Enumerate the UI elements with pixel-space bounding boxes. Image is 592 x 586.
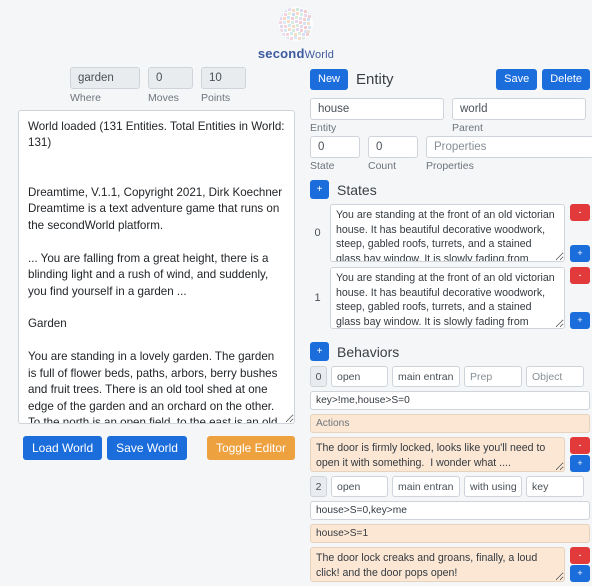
moves-label: Moves <box>148 92 179 104</box>
behavior-row: 2 The door lock creaks and groans, final… <box>308 476 592 586</box>
status-field-moves: Moves <box>148 67 193 104</box>
status-field-where: Where <box>70 67 140 104</box>
behavior-condition-input[interactable] <box>310 501 590 521</box>
states-section-header: + States <box>308 172 592 204</box>
status-field-points: Points <box>201 67 246 104</box>
behavior-response-textarea[interactable]: The door is firmly locked, looks like yo… <box>310 437 565 473</box>
behavior-row: 0 The door is firmly locked, looks like … <box>308 366 592 476</box>
load-world-button[interactable]: Load World <box>23 436 103 461</box>
where-input[interactable] <box>70 67 140 89</box>
add-behavior-button[interactable]: + <box>310 342 329 362</box>
state-row: 1 You are standing at the front of an ol… <box>308 267 592 334</box>
behavior-prep-input[interactable] <box>464 366 522 388</box>
state-index: 1 <box>314 292 321 305</box>
add-state-below-button[interactable]: + <box>570 312 590 330</box>
add-behavior-below-button[interactable]: + <box>570 455 590 473</box>
entity-count-input[interactable] <box>368 136 418 159</box>
behavior-row-controls: - + <box>570 547 590 583</box>
behavior-condition-input[interactable] <box>310 391 590 411</box>
brand-name-secondary: World <box>304 49 335 61</box>
state-row-controls: - + <box>570 267 590 330</box>
behavior-target-input[interactable] <box>392 366 460 388</box>
add-state-below-button[interactable]: + <box>570 245 590 263</box>
behaviors-section-title: Behaviors <box>337 343 400 360</box>
toggle-editor-button[interactable]: Toggle Editor <box>206 436 295 461</box>
entity-name-input[interactable] <box>310 98 444 121</box>
behavior-object-input[interactable] <box>526 476 584 498</box>
world-actions-bar: Load World Save World Toggle Editor <box>8 427 300 461</box>
entity-name-label: Entity <box>310 122 337 135</box>
entity-parent-label: Parent <box>452 122 483 135</box>
behavior-response-row: The door lock creaks and groans, finally… <box>310 547 590 583</box>
where-label: Where <box>70 92 101 104</box>
delete-entity-button[interactable]: Delete <box>542 69 590 91</box>
story-output-textarea[interactable]: World loaded (131 Entities. Total Entiti… <box>18 110 295 424</box>
entity-parent-field: Parent <box>452 98 586 134</box>
add-state-button[interactable]: + <box>310 180 329 200</box>
entity-properties-field: Properties <box>426 136 592 172</box>
points-input[interactable] <box>201 67 246 89</box>
entity-parent-input[interactable] <box>452 98 586 121</box>
app-header: secondWorld <box>0 0 592 61</box>
entity-state-label: State <box>310 160 335 173</box>
behavior-verb-input[interactable] <box>331 366 388 388</box>
story-area-wrapper: World loaded (131 Entities. Total Entiti… <box>8 106 300 427</box>
entity-name-field: Entity <box>310 98 444 134</box>
entity-identity-row: Entity Parent <box>308 96 592 134</box>
editor-panel-inner: New Entity Save Delete Entity Parent <box>308 61 592 586</box>
behavior-target-input[interactable] <box>392 476 460 498</box>
entity-count-field: Count <box>368 136 418 172</box>
brand-name-primary: second <box>257 46 305 61</box>
game-panel: Where Moves Points World loaded (131 Ent… <box>8 61 300 461</box>
main-columns: Where Moves Points World loaded (131 Ent… <box>0 61 592 586</box>
entity-state-input[interactable] <box>310 136 360 159</box>
behavior-response-row: The door is firmly locked, looks like yo… <box>310 437 590 473</box>
entity-properties-label: Properties <box>426 160 474 173</box>
entity-state-field: State <box>310 136 360 172</box>
state-row: 0 You are standing at the front of an ol… <box>308 204 592 267</box>
brand-wordmark: secondWorld <box>258 46 334 61</box>
behavior-fields-row: 0 <box>310 366 590 388</box>
behavior-index: 0 <box>310 366 327 388</box>
behavior-actions-input[interactable] <box>310 414 590 434</box>
behavior-prep-input[interactable] <box>464 476 522 498</box>
remove-state-button[interactable]: - <box>570 267 590 285</box>
entity-editor-panel: New Entity Save Delete Entity Parent <box>308 61 592 586</box>
points-label: Points <box>201 92 231 104</box>
new-entity-button[interactable]: New <box>310 69 349 91</box>
save-entity-button[interactable]: Save <box>496 69 538 91</box>
behavior-verb-input[interactable] <box>331 476 388 498</box>
editor-header: New Entity Save Delete <box>308 67 592 96</box>
behavior-fields-row: 2 <box>310 476 590 498</box>
entity-properties-input[interactable] <box>426 136 592 159</box>
moves-input[interactable] <box>148 67 193 89</box>
state-text-textarea[interactable]: You are standing at the front of an old … <box>330 204 565 263</box>
behavior-row-controls: - + <box>570 437 590 473</box>
save-world-button[interactable]: Save World <box>107 436 187 461</box>
state-row-controls: - + <box>570 204 590 263</box>
remove-behavior-button[interactable]: - <box>570 547 590 565</box>
states-section-title: States <box>337 181 377 198</box>
state-text-textarea[interactable]: You are standing at the front of an old … <box>330 267 565 330</box>
add-behavior-below-button[interactable]: + <box>570 565 590 583</box>
editor-title: Entity <box>356 71 394 89</box>
behavior-actions-input[interactable] <box>310 524 590 544</box>
behavior-object-input[interactable] <box>526 366 584 388</box>
behavior-response-textarea[interactable]: The door lock creaks and groans, finally… <box>310 547 565 583</box>
entity-count-label: Count <box>368 160 397 173</box>
behaviors-section-header: + Behaviors <box>308 334 592 366</box>
dotted-globe-icon <box>274 5 318 43</box>
remove-behavior-button[interactable]: - <box>570 437 590 455</box>
behavior-index: 2 <box>310 476 327 498</box>
editor-header-actions: Save Delete <box>496 69 590 91</box>
entity-attributes-row: State Count Properties <box>308 134 592 172</box>
status-bar: Where Moves Points <box>8 61 300 106</box>
remove-state-button[interactable]: - <box>570 204 590 222</box>
state-index: 0 <box>314 227 321 240</box>
